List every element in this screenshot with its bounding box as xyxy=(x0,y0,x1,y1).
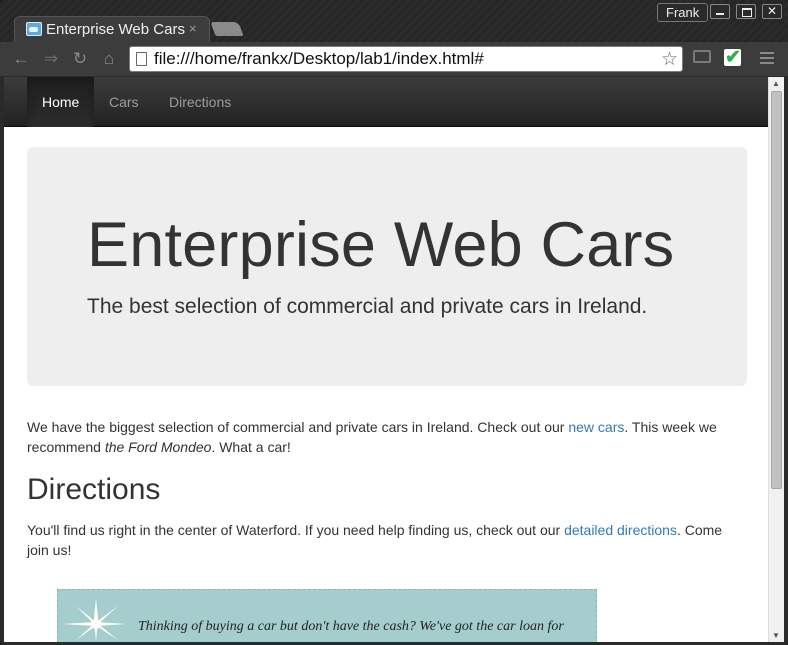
site-navbar: Home Cars Directions xyxy=(4,77,768,127)
maximize-button[interactable] xyxy=(736,4,756,19)
tab-title: Enterprise Web Cars xyxy=(46,21,185,38)
reload-icon[interactable]: ↻ xyxy=(70,49,90,69)
intro-text: We have the biggest selection of commerc… xyxy=(27,419,569,435)
sparkle-icon xyxy=(62,598,126,642)
jumbotron: Enterprise Web Cars The best selection o… xyxy=(27,147,747,386)
extension-check-icon[interactable] xyxy=(724,46,741,69)
car-favicon-icon xyxy=(26,22,42,36)
promo-text: Thinking of buying a car but don't have … xyxy=(138,619,564,634)
browser-tab[interactable]: Enterprise Web Cars × xyxy=(14,16,210,42)
browser-toolbar: ← ⇒ ↻ ⌂ file:///home/frankx/Desktop/lab1… xyxy=(0,42,788,77)
directions-paragraph: You'll find us right in the center of Wa… xyxy=(27,520,732,560)
detailed-directions-link[interactable]: detailed directions xyxy=(564,522,677,538)
directions-heading: Directions xyxy=(27,473,161,506)
directions-text: You'll find us right in the center of Wa… xyxy=(27,522,565,538)
home-icon[interactable]: ⌂ xyxy=(99,49,119,69)
page-title: Enterprise Web Cars xyxy=(87,210,675,280)
star-icon[interactable]: ☆ xyxy=(661,48,678,71)
tab-strip: Enterprise Web Cars × Frank ✕ xyxy=(0,0,788,42)
intro-text: . What a car! xyxy=(211,439,291,455)
nav-home[interactable]: Home xyxy=(27,77,95,127)
scroll-up-icon[interactable]: ▲ xyxy=(772,79,780,88)
car-loan-promo: Thinking of buying a car but don't have … xyxy=(57,589,597,642)
menu-icon[interactable] xyxy=(760,52,774,64)
jumbotron-lead: The best selection of commercial and pri… xyxy=(87,295,648,318)
cast-icon[interactable] xyxy=(693,50,711,63)
browser-window: Enterprise Web Cars × Frank ✕ ← ⇒ ↻ ⌂ fi… xyxy=(0,0,788,645)
url-text[interactable]: file:///home/frankx/Desktop/lab1/index.h… xyxy=(154,49,484,69)
scroll-thumb[interactable] xyxy=(771,91,782,489)
recommended-car: the Ford Mondeo xyxy=(104,439,212,455)
profile-button[interactable]: Frank xyxy=(657,3,709,22)
nav-directions[interactable]: Directions xyxy=(154,77,246,127)
back-icon[interactable]: ← xyxy=(11,49,31,69)
forward-icon[interactable]: ⇒ xyxy=(41,49,61,69)
new-cars-link[interactable]: new cars xyxy=(568,419,624,435)
scroll-down-icon[interactable]: ▼ xyxy=(772,631,780,640)
page-viewport: Home Cars Directions Enterprise Web Cars… xyxy=(4,77,768,642)
tab-close-icon[interactable]: × xyxy=(189,21,197,36)
address-bar[interactable]: file:///home/frankx/Desktop/lab1/index.h… xyxy=(129,46,683,72)
intro-paragraph: We have the biggest selection of commerc… xyxy=(27,417,732,457)
nav-cars[interactable]: Cars xyxy=(94,77,154,127)
new-tab-button[interactable] xyxy=(210,22,244,36)
minimize-button[interactable] xyxy=(710,4,730,19)
close-window-button[interactable]: ✕ xyxy=(762,4,782,19)
vertical-scrollbar[interactable]: ▲ ▼ xyxy=(768,77,784,642)
page-icon xyxy=(136,52,147,66)
